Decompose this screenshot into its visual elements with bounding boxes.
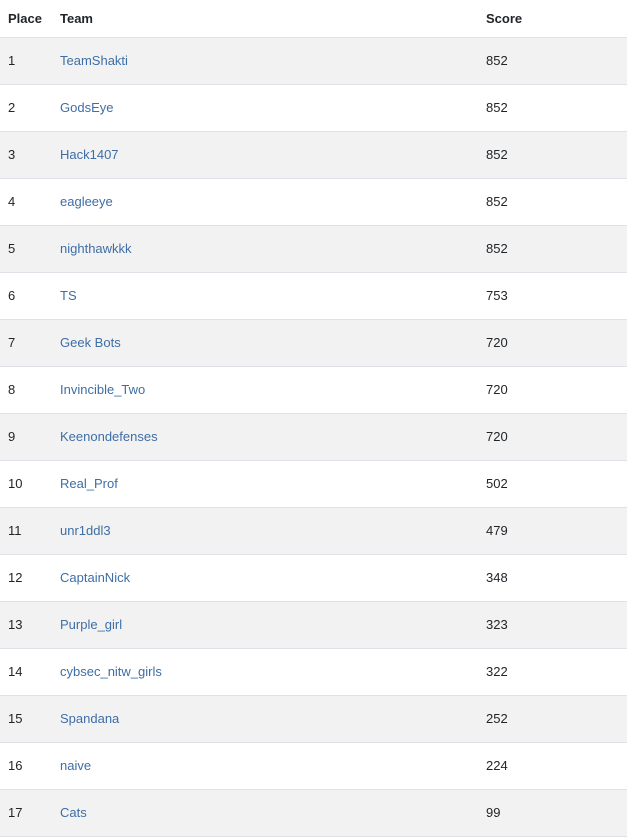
- place-cell: 1: [8, 53, 16, 68]
- score-cell: 348: [486, 570, 508, 585]
- score-cell: 852: [486, 53, 508, 68]
- place-cell: 11: [8, 523, 22, 538]
- table-row: 16 naive 224: [0, 742, 627, 789]
- team-cell: Purple_girl: [60, 601, 486, 648]
- table-row: 4 eagleeye 852: [0, 178, 627, 225]
- place-cell: 14: [8, 664, 23, 679]
- team-link[interactable]: TS: [60, 288, 77, 303]
- table-row: 17 Cats 99: [0, 789, 627, 836]
- table-row: 10 Real_Prof 502: [0, 460, 627, 507]
- team-link[interactable]: Hack1407: [60, 147, 119, 162]
- team-link[interactable]: CaptainNick: [60, 570, 130, 585]
- place-cell: 3: [8, 147, 16, 162]
- score-cell: 224: [486, 758, 508, 773]
- score-cell: 852: [486, 100, 508, 115]
- scoreboard-table: Place Team Score 1 TeamShakti 852 2 GodsEye 8…: [0, 0, 627, 837]
- team-link[interactable]: TeamShakti: [60, 53, 128, 68]
- table-row: 3 Hack1407 852: [0, 131, 627, 178]
- table-row: 8 Invincible_Two 720: [0, 366, 627, 413]
- place-column-header[interactable]: Place: [0, 0, 60, 38]
- score-cell: 252: [486, 711, 508, 726]
- score-cell: 852: [486, 147, 508, 162]
- team-cell: unr1ddl3: [60, 507, 486, 554]
- team-cell: cybsec_nitw_girls: [60, 648, 486, 695]
- place-cell: 9: [8, 429, 16, 444]
- place-cell: 8: [8, 382, 16, 397]
- place-cell: 15: [8, 711, 23, 726]
- table-row: 7 Geek Bots 720: [0, 319, 627, 366]
- score-cell: 99: [486, 805, 501, 820]
- place-cell: 7: [8, 335, 16, 350]
- scoreboard-body: 1 TeamShakti 852 2 GodsEye 852 3 Hack1407 852 4 ea…: [0, 37, 627, 836]
- score-column-header[interactable]: Score: [486, 0, 627, 38]
- place-cell: 10: [8, 476, 23, 491]
- team-cell: Cats: [60, 789, 486, 836]
- table-row: 1 TeamShakti 852: [0, 37, 627, 84]
- table-row: 2 GodsEye 852: [0, 84, 627, 131]
- table-row: 13 Purple_girl 323: [0, 601, 627, 648]
- place-cell: 6: [8, 288, 16, 303]
- score-cell: 753: [486, 288, 508, 303]
- table-row: 11 unr1ddl3 479: [0, 507, 627, 554]
- team-cell: Invincible_Two: [60, 366, 486, 413]
- scoreboard-header: Place Team Score: [0, 0, 627, 38]
- score-cell: 720: [486, 429, 508, 444]
- score-cell: 323: [486, 617, 508, 632]
- team-cell: TS: [60, 272, 486, 319]
- score-cell: 852: [486, 194, 508, 209]
- team-link[interactable]: Keenondefenses: [60, 429, 158, 444]
- team-cell: Geek Bots: [60, 319, 486, 366]
- place-cell: 13: [8, 617, 23, 632]
- team-link[interactable]: Real_Prof: [60, 476, 118, 491]
- table-row: 6 TS 753: [0, 272, 627, 319]
- place-cell: 16: [8, 758, 23, 773]
- team-link[interactable]: cybsec_nitw_girls: [60, 664, 162, 679]
- score-cell: 720: [486, 382, 508, 397]
- score-cell: 502: [486, 476, 508, 491]
- team-link[interactable]: Purple_girl: [60, 617, 122, 632]
- team-link[interactable]: Geek Bots: [60, 335, 121, 350]
- table-row: 14 cybsec_nitw_girls 322: [0, 648, 627, 695]
- place-cell: 2: [8, 100, 16, 115]
- team-link[interactable]: naive: [60, 758, 91, 773]
- team-link[interactable]: Spandana: [60, 711, 119, 726]
- table-row: 5 nighthawkkk 852: [0, 225, 627, 272]
- team-link[interactable]: eagleeye: [60, 194, 113, 209]
- place-cell: 5: [8, 241, 16, 256]
- score-cell: 852: [486, 241, 508, 256]
- team-cell: Hack1407: [60, 131, 486, 178]
- table-row: 9 Keenondefenses 720: [0, 413, 627, 460]
- score-cell: 322: [486, 664, 508, 679]
- score-cell: 720: [486, 335, 508, 350]
- table-row: 12 CaptainNick 348: [0, 554, 627, 601]
- team-cell: Keenondefenses: [60, 413, 486, 460]
- team-cell: GodsEye: [60, 84, 486, 131]
- team-cell: nighthawkkk: [60, 225, 486, 272]
- table-row: 15 Spandana 252: [0, 695, 627, 742]
- score-cell: 479: [486, 523, 508, 538]
- team-link[interactable]: Cats: [60, 805, 87, 820]
- place-cell: 4: [8, 194, 16, 209]
- team-link[interactable]: unr1ddl3: [60, 523, 111, 538]
- team-link[interactable]: GodsEye: [60, 100, 113, 115]
- header-row: Place Team Score: [0, 0, 627, 38]
- team-column-header[interactable]: Team: [60, 0, 486, 38]
- team-link[interactable]: nighthawkkk: [60, 241, 132, 256]
- team-link[interactable]: Invincible_Two: [60, 382, 145, 397]
- team-cell: Real_Prof: [60, 460, 486, 507]
- team-cell: TeamShakti: [60, 37, 486, 84]
- place-cell: 17: [8, 805, 23, 820]
- team-cell: CaptainNick: [60, 554, 486, 601]
- team-cell: naive: [60, 742, 486, 789]
- place-cell: 12: [8, 570, 23, 585]
- team-cell: Spandana: [60, 695, 486, 742]
- team-cell: eagleeye: [60, 178, 486, 225]
